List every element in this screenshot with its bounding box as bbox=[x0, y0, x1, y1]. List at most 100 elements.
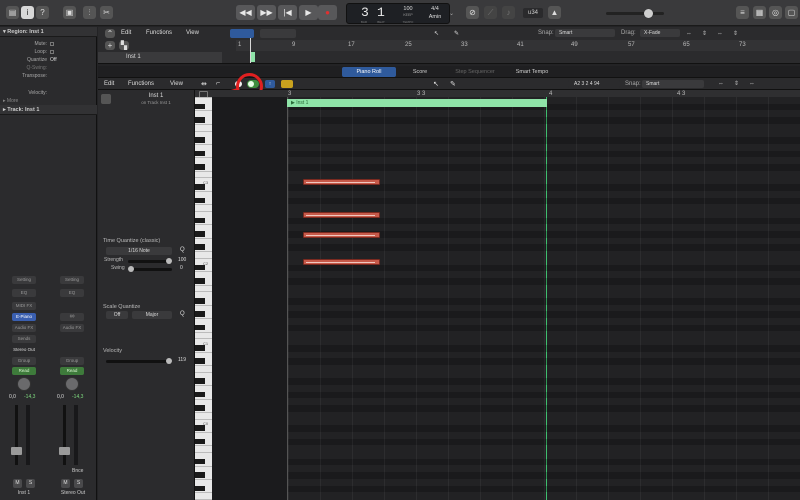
strip1-midi-fx[interactable]: MIDI FX bbox=[12, 302, 36, 310]
black-key[interactable] bbox=[195, 425, 205, 431]
black-key[interactable] bbox=[195, 244, 205, 251]
velocity-knob[interactable] bbox=[166, 358, 172, 364]
strip1-group[interactable]: Group bbox=[12, 357, 36, 365]
black-key[interactable] bbox=[195, 438, 205, 445]
midi-note[interactable] bbox=[303, 259, 380, 265]
tracks-menu-edit[interactable]: Edit bbox=[121, 30, 131, 36]
region-header[interactable]: ▾ Region: Inst 1 bbox=[0, 27, 97, 37]
inspector-row-quantize[interactable]: Quantize Off bbox=[0, 56, 97, 64]
link-icon[interactable] bbox=[281, 80, 293, 88]
scale-off-select[interactable]: Off bbox=[106, 311, 128, 319]
black-key[interactable] bbox=[195, 164, 205, 170]
pr-zoom-icons[interactable]: ⇔⇕⇔ bbox=[718, 80, 798, 88]
fast-forward-button[interactable]: ▶▶ bbox=[257, 5, 276, 20]
black-key[interactable] bbox=[195, 405, 205, 411]
tracks-pencil-tool-icon[interactable]: ✎ bbox=[454, 30, 459, 37]
playhead[interactable] bbox=[250, 38, 251, 63]
help-icon[interactable]: ? bbox=[36, 6, 49, 19]
piano-roll-grid[interactable] bbox=[212, 97, 800, 500]
notepad-icon[interactable]: ▦ bbox=[753, 6, 766, 19]
go-to-start-button[interactable]: |◀ bbox=[278, 5, 297, 20]
tuner-icon[interactable]: ⟋ bbox=[484, 6, 497, 19]
inspector-row-velocity[interactable]: Velocity: bbox=[0, 89, 97, 97]
tracks-drag-select[interactable]: X-Fade bbox=[640, 29, 680, 37]
mute-checkbox[interactable] bbox=[50, 42, 54, 46]
metronome-icon[interactable]: ▲ bbox=[548, 6, 561, 19]
master-volume-slider[interactable] bbox=[606, 9, 664, 18]
tab-score[interactable]: Score bbox=[396, 67, 444, 77]
black-key[interactable] bbox=[195, 197, 205, 204]
quantize-value[interactable]: Off bbox=[50, 56, 57, 64]
more-disclosure[interactable]: ▸ More bbox=[0, 97, 97, 105]
smart-controls-icon[interactable]: ⫶ bbox=[83, 6, 96, 19]
pr-pointer-tool-icon[interactable]: ↖ bbox=[433, 80, 439, 88]
strip1-output[interactable]: Stereo Out bbox=[9, 346, 39, 354]
black-key[interactable] bbox=[195, 231, 205, 237]
quantize-q-button[interactable]: Q bbox=[180, 247, 185, 253]
loop-checkbox[interactable] bbox=[50, 50, 54, 54]
play-button[interactable]: ▶ bbox=[299, 5, 318, 20]
track-header-inst1[interactable]: Inst 1 bbox=[98, 52, 222, 63]
pr-snap-select[interactable]: Smart bbox=[642, 80, 704, 88]
lcd-display[interactable]: 3 1 BAR BEAT 100 KEEP TEMPO 4/4 Amin bbox=[346, 3, 450, 24]
tracks-pointer-tool-icon[interactable]: ↖ bbox=[434, 30, 439, 37]
tab-smart-tempo[interactable]: Smart Tempo bbox=[506, 67, 558, 77]
strip1-eq[interactable]: EQ bbox=[12, 289, 36, 297]
strip1-setting[interactable]: Setting bbox=[12, 276, 36, 284]
scale-q-button[interactable]: Q bbox=[180, 311, 185, 317]
strip1-fader-track[interactable] bbox=[15, 405, 18, 465]
strip1-fader-cap[interactable] bbox=[11, 447, 22, 455]
black-key[interactable] bbox=[195, 378, 205, 385]
strip2-automation[interactable]: Read bbox=[60, 367, 84, 375]
toolbar-icon[interactable]: ▣ bbox=[63, 6, 76, 19]
scale-mode-select[interactable]: Major bbox=[132, 311, 172, 319]
tracks-menu-view[interactable]: View bbox=[186, 30, 199, 36]
inspector-row-transpose[interactable]: Transpose: bbox=[0, 72, 97, 80]
black-key[interactable] bbox=[195, 472, 205, 478]
browser-icon[interactable]: ▢ bbox=[785, 6, 798, 19]
strip2-eq[interactable]: EQ bbox=[60, 289, 84, 297]
inspector-row-loop[interactable]: Loop: bbox=[0, 48, 97, 56]
strength-knob[interactable] bbox=[166, 258, 172, 264]
midi-note[interactable] bbox=[303, 232, 380, 238]
list-editors-icon[interactable]: ≡ bbox=[736, 6, 749, 19]
automation-tools[interactable] bbox=[260, 29, 296, 38]
piano-keyboard[interactable] bbox=[195, 97, 212, 500]
duplicate-track-icon[interactable]: ▚ bbox=[119, 41, 129, 50]
black-key[interactable] bbox=[195, 137, 205, 143]
black-key[interactable] bbox=[195, 150, 205, 157]
swing-knob[interactable] bbox=[128, 266, 134, 272]
strip1-instrument[interactable]: E-Piano bbox=[12, 313, 36, 321]
view-mode-toggle[interactable] bbox=[230, 29, 254, 38]
black-key[interactable] bbox=[195, 103, 205, 110]
strip1-mute-button[interactable]: M bbox=[13, 479, 22, 488]
add-track-button[interactable]: + bbox=[105, 41, 115, 50]
loop-browser-icon[interactable]: ◎ bbox=[769, 6, 782, 19]
pr-menu-edit[interactable]: Edit bbox=[104, 81, 114, 87]
strip2-fader-track[interactable] bbox=[63, 405, 66, 465]
strip2-group[interactable]: Group bbox=[60, 357, 84, 365]
strip1-sends[interactable]: Sends bbox=[12, 335, 36, 343]
region-bar[interactable]: ▶ Inst 1 bbox=[287, 99, 547, 107]
track-header[interactable]: ▸ Track: Inst 1 bbox=[0, 105, 97, 115]
master-volume-knob[interactable] bbox=[644, 9, 653, 18]
black-key[interactable] bbox=[195, 117, 205, 123]
swing-slider[interactable] bbox=[128, 266, 172, 272]
pr-pencil-tool-icon[interactable]: ✎ bbox=[450, 80, 456, 88]
cpu-meter[interactable]: u34 bbox=[523, 8, 543, 18]
strip2-pan-knob[interactable] bbox=[65, 377, 79, 391]
midi-note[interactable] bbox=[303, 212, 380, 218]
editors-scissors-icon[interactable]: ✂ bbox=[100, 6, 113, 19]
count-in-icon[interactable]: ♪ bbox=[502, 6, 515, 19]
waveform-zoom-icons[interactable]: ⇔⇕⇔⇕ bbox=[686, 30, 786, 37]
strip2-audio-fx[interactable]: Audio FX bbox=[60, 324, 84, 332]
strip1-automation[interactable]: Read bbox=[12, 367, 36, 375]
tracks-menu-functions[interactable]: Functions bbox=[146, 30, 172, 36]
tab-step-sequencer[interactable]: Step Sequencer bbox=[444, 67, 506, 77]
strip2-link-icon[interactable]: ∞ bbox=[60, 313, 84, 321]
strip2-mute-button[interactable]: M bbox=[61, 479, 70, 488]
inspector-row-qswing[interactable]: Q-Swing: bbox=[0, 64, 97, 72]
time-quantize-icon[interactable]: ↑ bbox=[265, 80, 275, 88]
inspector-row-mute[interactable]: Mute: bbox=[0, 40, 97, 48]
strip2-solo-button[interactable]: S bbox=[74, 479, 83, 488]
